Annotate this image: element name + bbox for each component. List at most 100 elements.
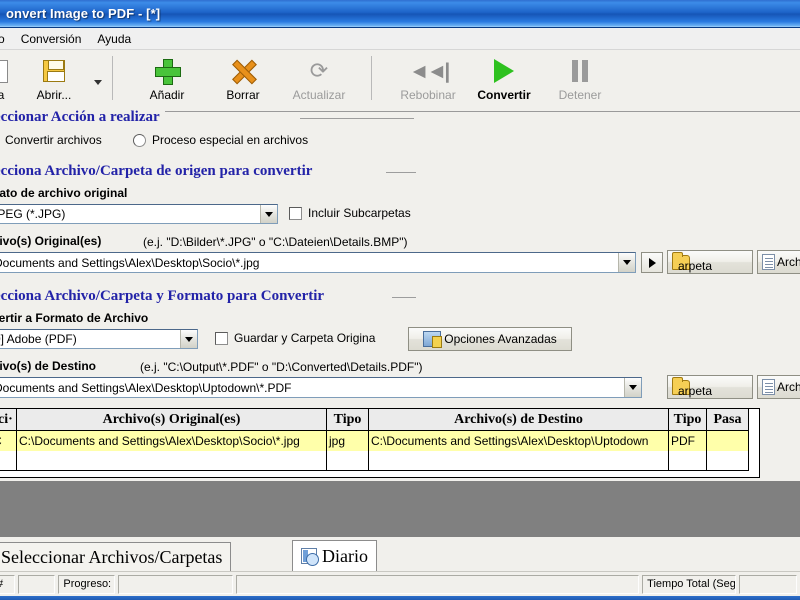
table-row[interactable]: C C:\Documents and Settings\Alex\Desktop…	[0, 431, 759, 451]
grid-header-cell-tipo-origen[interactable]: Tipo	[327, 409, 369, 431]
radio-convertir-archivos[interactable]: Convertir archivos	[0, 133, 102, 147]
document-icon	[762, 379, 775, 395]
source-group-line	[386, 172, 416, 173]
rewind-icon: ◄◄|	[408, 59, 450, 83]
toolbar-button-rebobinar[interactable]: ◄◄| Rebobinar	[390, 50, 466, 106]
toolbar-label-borrar: Borrar	[226, 88, 260, 102]
grid-cell-tipo-destino: PDF	[669, 431, 707, 451]
grid-header-cell-archivos-destino[interactable]: Archivo(s) de Destino	[369, 409, 669, 431]
source-format-label: nato de archivo original	[0, 186, 128, 200]
radio-label-proceso: Proceso especial en archivos	[152, 133, 309, 147]
grid-header-cell-archivos-originales[interactable]: Archivo(s) Original(es)	[17, 409, 327, 431]
toolbar-button-abrir[interactable]: Abrir...	[18, 50, 90, 106]
dest-folder-button-label: arpeta	[678, 384, 713, 398]
toolbar-button-convertir[interactable]: Convertir	[466, 50, 542, 106]
dest-group-title: ecciona Archivo/Carpeta y Formato para C…	[0, 288, 330, 305]
source-file-button[interactable]: Archi	[757, 250, 800, 274]
menu-item-ayuda[interactable]: Ayuda	[89, 30, 139, 48]
grid-header-cell-tipo-destino[interactable]: Tipo	[669, 409, 707, 431]
action-group-title: eccionar Acción a realizar	[0, 109, 165, 126]
window-titlebar: onvert Image to PDF - [*]	[0, 0, 800, 28]
plus-icon	[155, 56, 181, 86]
advanced-options-button[interactable]: Opciones Avanzadas	[408, 327, 572, 351]
toolbar-separator-1	[112, 56, 113, 100]
advanced-options-label: Opciones Avanzadas	[444, 332, 557, 346]
diary-icon	[301, 548, 319, 566]
grid-header-cell-estado[interactable]: ici·	[0, 409, 17, 431]
document-icon	[762, 254, 775, 270]
dest-format-dropdown-arrow[interactable]	[180, 330, 197, 348]
dest-format-combo[interactable]: 0] Adobe (PDF)	[0, 329, 198, 349]
source-folder-button[interactable]: arpeta	[667, 250, 753, 274]
grid-cell-tipo-origen: jpg	[327, 431, 369, 451]
save-icon	[43, 56, 65, 86]
source-format-combo[interactable]: IPEG (*.JPG)	[0, 204, 278, 224]
advanced-options-icon	[423, 331, 443, 348]
source-path-combo[interactable]: Documents and Settings\Alex\Desktop\Soci…	[0, 252, 636, 273]
source-file-button-label: Archi	[777, 255, 800, 269]
toolbar-label-actualizar: Actualizar	[292, 88, 346, 102]
table-row[interactable]	[0, 451, 759, 471]
status-progress-value	[117, 574, 233, 594]
grid-cell-estado: C	[0, 431, 17, 451]
grid-cell-archivo-destino: C:\Documents and Settings\Alex\Desktop\U…	[369, 431, 669, 451]
play-icon	[494, 56, 514, 86]
status-blank-1	[18, 574, 56, 594]
grid-cell-empty	[707, 451, 749, 471]
tab-diario[interactable]: Diario	[292, 540, 377, 571]
checkbox-label-subcarpetas: Incluir Subcarpetas	[308, 206, 411, 220]
dest-path-value: Documents and Settings\Alex\Desktop\Upto…	[0, 380, 292, 395]
source-format-dropdown-arrow[interactable]	[260, 205, 277, 223]
window-bottom-edge	[0, 596, 800, 600]
dest-path-combo[interactable]: Documents and Settings\Alex\Desktop\Upto…	[0, 377, 642, 398]
toolbar-label-nuevo: va	[0, 88, 5, 102]
source-files-label: hivo(s) Original(es)	[0, 234, 102, 248]
checkbox-label-guardar: Guardar y Carpeta Origina	[234, 331, 376, 345]
toolbar-button-borrar[interactable]: Borrar	[205, 50, 281, 106]
dest-group-line	[392, 297, 416, 298]
dest-path-dropdown-arrow[interactable]	[624, 378, 641, 397]
source-format-value: IPEG (*.JPG)	[0, 207, 66, 221]
abrir-dropdown-button[interactable]	[90, 50, 106, 106]
files-grid[interactable]: ici· Archivo(s) Original(es) Tipo Archiv…	[0, 408, 760, 478]
source-go-button[interactable]	[641, 252, 663, 273]
dest-format-label: vertir a Formato de Archivo	[0, 311, 149, 325]
window-title: onvert Image to PDF - [*]	[6, 6, 161, 21]
dest-folder-button[interactable]: arpeta	[667, 375, 753, 399]
source-path-dropdown-arrow[interactable]	[618, 253, 635, 272]
tab-strip: Seleccionar Archivos/Carpetas Diario	[0, 537, 800, 571]
toolbar-label-convertir: Convertir	[477, 88, 531, 102]
toolbar-label-detener: Detener	[558, 88, 602, 102]
toolbar-button-detener[interactable]: Detener	[542, 50, 618, 106]
checkbox-icon-guardar	[215, 331, 228, 345]
dest-file-button-label: Archi	[777, 380, 800, 394]
x-icon	[231, 56, 255, 86]
toolbar-button-actualizar[interactable]: ⟳ Actualizar	[281, 50, 357, 106]
menu-bar: o Conversión Ayuda	[0, 28, 800, 50]
dest-file-button[interactable]: Archi	[757, 375, 800, 399]
grid-header-cell-pasar[interactable]: Pasa	[707, 409, 749, 431]
status-count: #	[0, 574, 16, 594]
new-icon	[0, 56, 8, 86]
tab-label-diario: Diario	[322, 545, 368, 566]
toolbar-label-anadir: Añadir	[149, 88, 185, 102]
grid-cell-empty	[669, 451, 707, 471]
grid-cell-pasar	[707, 431, 749, 451]
checkbox-guardar-carpeta-origen[interactable]: Guardar y Carpeta Origina	[215, 331, 375, 345]
tab-seleccionar-archivos[interactable]: Seleccionar Archivos/Carpetas	[0, 542, 232, 571]
status-blank-2	[235, 574, 640, 594]
checkbox-incluir-subcarpetas[interactable]: Incluir Subcarpetas	[289, 206, 411, 220]
toolbar-button-anadir[interactable]: Añadir	[129, 50, 205, 106]
source-folder-button-label: arpeta	[678, 259, 713, 273]
radio-icon-proceso	[133, 133, 146, 147]
menu-item-conversion[interactable]: Conversión	[13, 30, 90, 48]
source-group-title: ecciona Archivo/Carpeta de origen para c…	[0, 163, 318, 180]
chevron-down-icon	[94, 79, 102, 85]
dest-files-label: hivo(s) de Destino	[0, 359, 97, 373]
toolbar-button-nuevo[interactable]: va	[0, 50, 18, 106]
menu-item-archivo[interactable]: o	[0, 30, 13, 48]
toolbar-label-abrir: Abrir...	[36, 88, 72, 102]
radio-proceso-especial[interactable]: Proceso especial en archivos	[133, 133, 308, 147]
status-bar: # Progreso: Tiempo Total (Seg	[0, 571, 800, 596]
grid-cell-empty	[327, 451, 369, 471]
